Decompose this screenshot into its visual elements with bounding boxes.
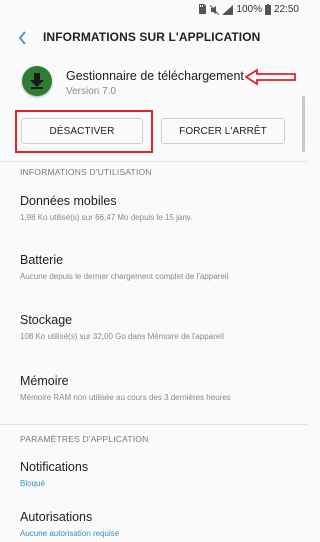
list-item-subtitle: Aucune autorisation requise — [20, 529, 120, 538]
list-item-mobile-data[interactable]: Données mobiles 1,98 Ko utilisé(s) sur 6… — [0, 194, 300, 244]
download-arrow-icon — [30, 73, 44, 89]
list-item-permissions[interactable]: Autorisations Aucune autorisation requis… — [0, 510, 300, 542]
signal-icon — [222, 4, 234, 15]
divider — [0, 161, 307, 162]
list-item-notifications[interactable]: Notifications Bloqué — [0, 460, 300, 510]
status-bar: 100% 22:50 — [0, 0, 307, 22]
list-item-title: Notifications — [20, 460, 89, 474]
list-item-subtitle: Bloqué — [20, 479, 45, 488]
page-title: INFORMATIONS SUR L'APPLICATION — [43, 30, 261, 44]
list-item-title: Batterie — [20, 253, 64, 267]
force-stop-button[interactable]: FORCER L'ARRÊT — [161, 118, 285, 144]
scrollbar[interactable] — [302, 96, 305, 152]
app-version: Version 7.0 — [66, 86, 117, 97]
app-header: INFORMATIONS SUR L'APPLICATION — [0, 22, 307, 54]
usage-section-header: INFORMATIONS D'UTILISATION — [20, 167, 152, 177]
list-item-title: Données mobiles — [20, 194, 117, 208]
chevron-left-icon — [18, 31, 26, 45]
mute-icon — [210, 4, 220, 15]
sd-card-icon — [199, 4, 207, 14]
list-item-memory[interactable]: Mémoire Mémoire RAM non utilisée au cour… — [0, 374, 300, 424]
list-item-title: Autorisations — [20, 510, 93, 524]
list-item-title: Mémoire — [20, 374, 69, 388]
list-item-battery[interactable]: Batterie Aucune depuis le dernier charge… — [0, 253, 300, 303]
annotation-arrow-icon — [245, 68, 296, 86]
battery-level: 100% — [236, 4, 262, 15]
list-item-subtitle: 1,98 Ko utilisé(s) sur 66,47 Mo depuis l… — [20, 213, 193, 222]
list-item-title: Stockage — [20, 313, 73, 327]
divider — [0, 424, 307, 425]
status-icons: 100% 22:50 — [198, 4, 299, 15]
app-icon — [22, 66, 52, 96]
battery-icon — [264, 4, 271, 15]
clock: 22:50 — [273, 4, 299, 15]
app-name: Gestionnaire de téléchargement — [66, 69, 244, 83]
list-item-subtitle: Mémoire RAM non utilisée au cours des 3 … — [20, 393, 231, 402]
app-settings-section-header: PARAMÈTRES D'APPLICATION — [20, 434, 149, 444]
list-item-subtitle: 108 Ko utilisé(s) sur 32,00 Go dans Mémo… — [20, 332, 224, 341]
list-item-storage[interactable]: Stockage 108 Ko utilisé(s) sur 32,00 Go … — [0, 313, 300, 363]
back-button[interactable] — [13, 28, 31, 48]
list-item-subtitle: Aucune depuis le dernier chargement comp… — [20, 272, 229, 281]
annotation-highlight-box — [15, 110, 153, 153]
